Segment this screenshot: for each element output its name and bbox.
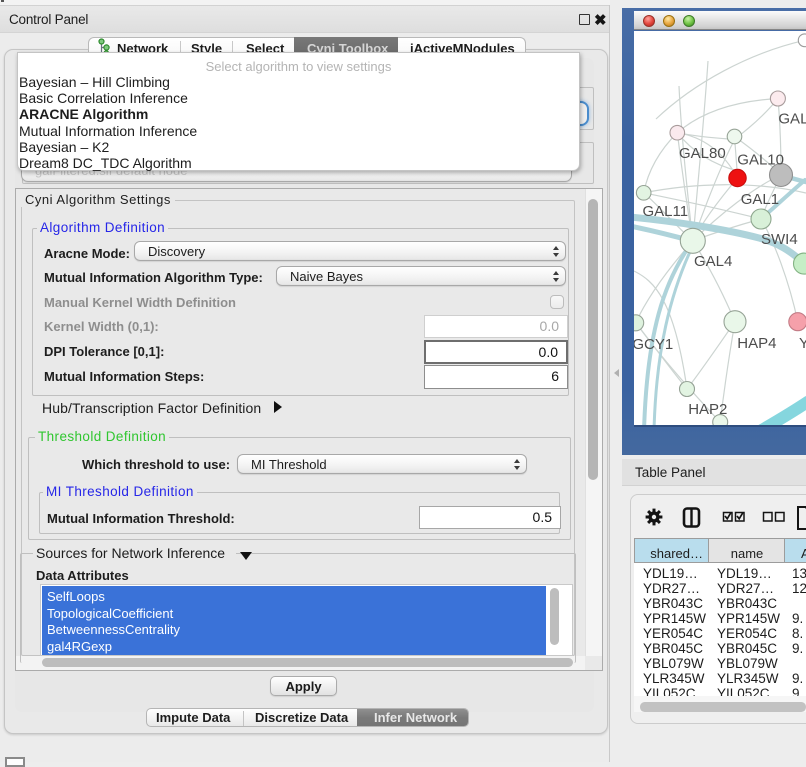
svg-text:GAL11: GAL11 (643, 203, 689, 220)
svg-text:Y: Y (799, 335, 806, 352)
svg-text:GAL4: GAL4 (694, 253, 732, 270)
svg-text:GAL10: GAL10 (737, 152, 784, 169)
svg-text:HAP2: HAP2 (688, 401, 727, 418)
svg-text:GAL80: GAL80 (679, 145, 726, 162)
svg-text:HAP4: HAP4 (737, 335, 776, 352)
svg-text:SWI4: SWI4 (761, 231, 798, 248)
svg-text:GAL: GAL (778, 111, 806, 128)
svg-text:GAL1: GAL1 (741, 191, 779, 208)
svg-text:GCY1: GCY1 (634, 336, 673, 353)
